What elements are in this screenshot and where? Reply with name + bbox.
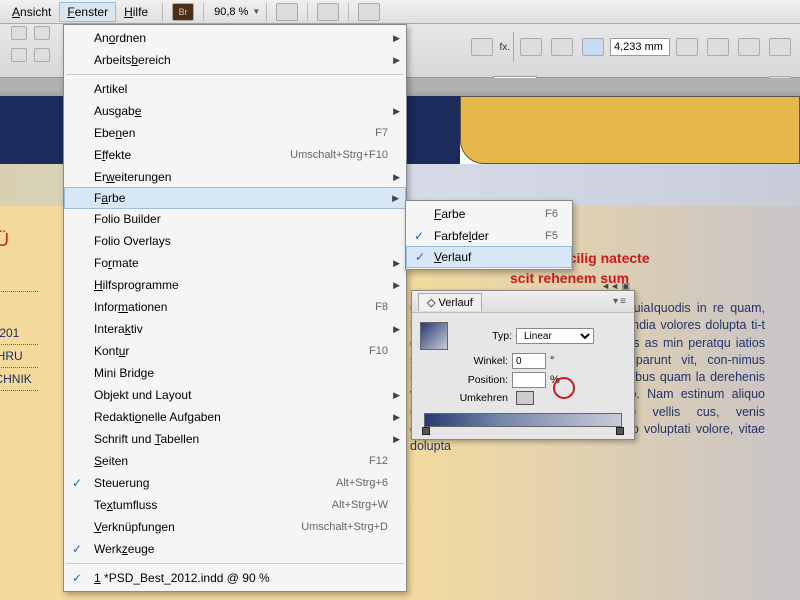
menu-informationen[interactable]: InformationenF8 — [64, 296, 406, 318]
menu-schrift-tabellen[interactable]: Schrift und Tabellen▶ — [64, 428, 406, 450]
fit-icon[interactable] — [769, 38, 791, 56]
align-icon[interactable] — [34, 26, 50, 40]
position-label: Position: — [456, 374, 508, 386]
fit-icon[interactable] — [676, 38, 698, 56]
menu-fenster[interactable]: Fenster — [59, 2, 116, 22]
panel-header[interactable]: ◇ Verlauf ▾≡ — [412, 291, 634, 313]
typ-label: Typ: — [460, 330, 512, 342]
menu-erweiterungen[interactable]: Erweiterungen▶ — [64, 166, 406, 188]
align-icon[interactable] — [34, 48, 50, 62]
gradient-ramp[interactable] — [424, 413, 622, 427]
align-icon[interactable] — [11, 48, 27, 62]
reverse-gradient-icon[interactable] — [516, 391, 534, 405]
menu-redaktionelle[interactable]: Redaktionelle Aufgaben▶ — [64, 406, 406, 428]
umkehren-label: Umkehren — [456, 392, 508, 404]
panel-tab-verlauf[interactable]: ◇ Verlauf — [418, 293, 482, 311]
menu-verknuepfungen[interactable]: VerknüpfungenUmschalt+Strg+D — [64, 516, 406, 538]
menu-arbeitsbereich[interactable]: Arbeitsbereich▶ — [64, 49, 406, 71]
submenu-verlauf[interactable]: ✓Verlauf — [406, 246, 572, 268]
winkel-label: Winkel: — [456, 355, 508, 367]
verlauf-panel[interactable]: ◄◄ ▣ ◇ Verlauf ▾≡ Typ: Linear Winkel: ° … — [411, 290, 635, 440]
fenster-menu: Anordnen▶ Arbeitsbereich▶ Artikel Ausgab… — [63, 24, 407, 592]
panel-menu-icon[interactable]: ▾≡ — [613, 296, 628, 307]
menu-steuerung[interactable]: ✓SteuerungAlt+Strg+6 — [64, 472, 406, 494]
menu-anordnen[interactable]: Anordnen▶ — [64, 27, 406, 49]
panel-collapse-icon[interactable]: ◄◄ ▣ — [601, 281, 630, 292]
winkel-field[interactable] — [512, 353, 546, 369]
menu-werkzeuge[interactable]: ✓Werkzeuge — [64, 538, 406, 560]
gradient-stop[interactable] — [422, 427, 430, 435]
frame-icon[interactable] — [582, 38, 604, 56]
menu-textumfluss[interactable]: TextumflussAlt+Strg+W — [64, 494, 406, 516]
wrap-icon[interactable] — [520, 38, 542, 56]
fit-icon[interactable] — [738, 38, 760, 56]
left-column-text: M Ü AUF 201 NFÜHRU ATECHNIK — [0, 226, 38, 421]
menu-mini-bridge[interactable]: Mini Bridge — [64, 362, 406, 384]
zoom-display[interactable]: 90,8 % — [210, 6, 252, 18]
menu-artikel[interactable]: Artikel — [64, 78, 406, 100]
menu-folio-overlays[interactable]: Folio Overlays — [64, 230, 406, 252]
menu-hilfe[interactable]: Hilfe — [116, 2, 156, 22]
size-field[interactable] — [610, 38, 670, 56]
menu-kontur[interactable]: KonturF10 — [64, 340, 406, 362]
submenu-farbfelder[interactable]: ✓FarbfelderF5 — [406, 225, 572, 247]
menu-folio-builder[interactable]: Folio Builder — [64, 208, 406, 230]
screen-mode-icon[interactable] — [276, 3, 298, 21]
submenu-farbe[interactable]: FarbeF6 — [406, 203, 572, 225]
gradient-stop[interactable] — [616, 427, 624, 435]
menu-effekte[interactable]: EffekteUmschalt+Strg+F10 — [64, 144, 406, 166]
menubar: Ansicht Fenster Hilfe Br 90,8 % ▼ — [0, 0, 800, 24]
wrap-icon[interactable] — [551, 38, 573, 56]
menu-seiten[interactable]: SeitenF12 — [64, 450, 406, 472]
align-icon[interactable] — [11, 26, 27, 40]
farbe-submenu: FarbeF6 ✓FarbfelderF5 ✓Verlauf — [405, 200, 573, 270]
view-options-icon[interactable] — [317, 3, 339, 21]
menu-ausgabe[interactable]: Ausgabe▶ — [64, 100, 406, 122]
menu-objekt-layout[interactable]: Objekt und Layout▶ — [64, 384, 406, 406]
menu-window-psd[interactable]: ✓1 *PSD_Best_2012.indd @ 90 % — [64, 567, 406, 589]
menu-hilfsprogramme[interactable]: Hilfsprogramme▶ — [64, 274, 406, 296]
bridge-icon[interactable]: Br — [172, 3, 194, 21]
opacity-icon[interactable] — [471, 38, 493, 56]
fit-icon[interactable] — [707, 38, 729, 56]
menu-farbe[interactable]: Farbe▶ — [64, 187, 406, 209]
typ-select[interactable]: Linear — [516, 328, 594, 344]
position-field[interactable] — [512, 372, 546, 388]
gradient-swatch[interactable] — [420, 322, 448, 350]
menu-formate[interactable]: Formate▶ — [64, 252, 406, 274]
menu-interaktiv[interactable]: Interaktiv▶ — [64, 318, 406, 340]
menu-ansicht[interactable]: Ansicht — [4, 2, 59, 22]
arrange-docs-icon[interactable] — [358, 3, 380, 21]
menu-ebenen[interactable]: EbenenF7 — [64, 122, 406, 144]
